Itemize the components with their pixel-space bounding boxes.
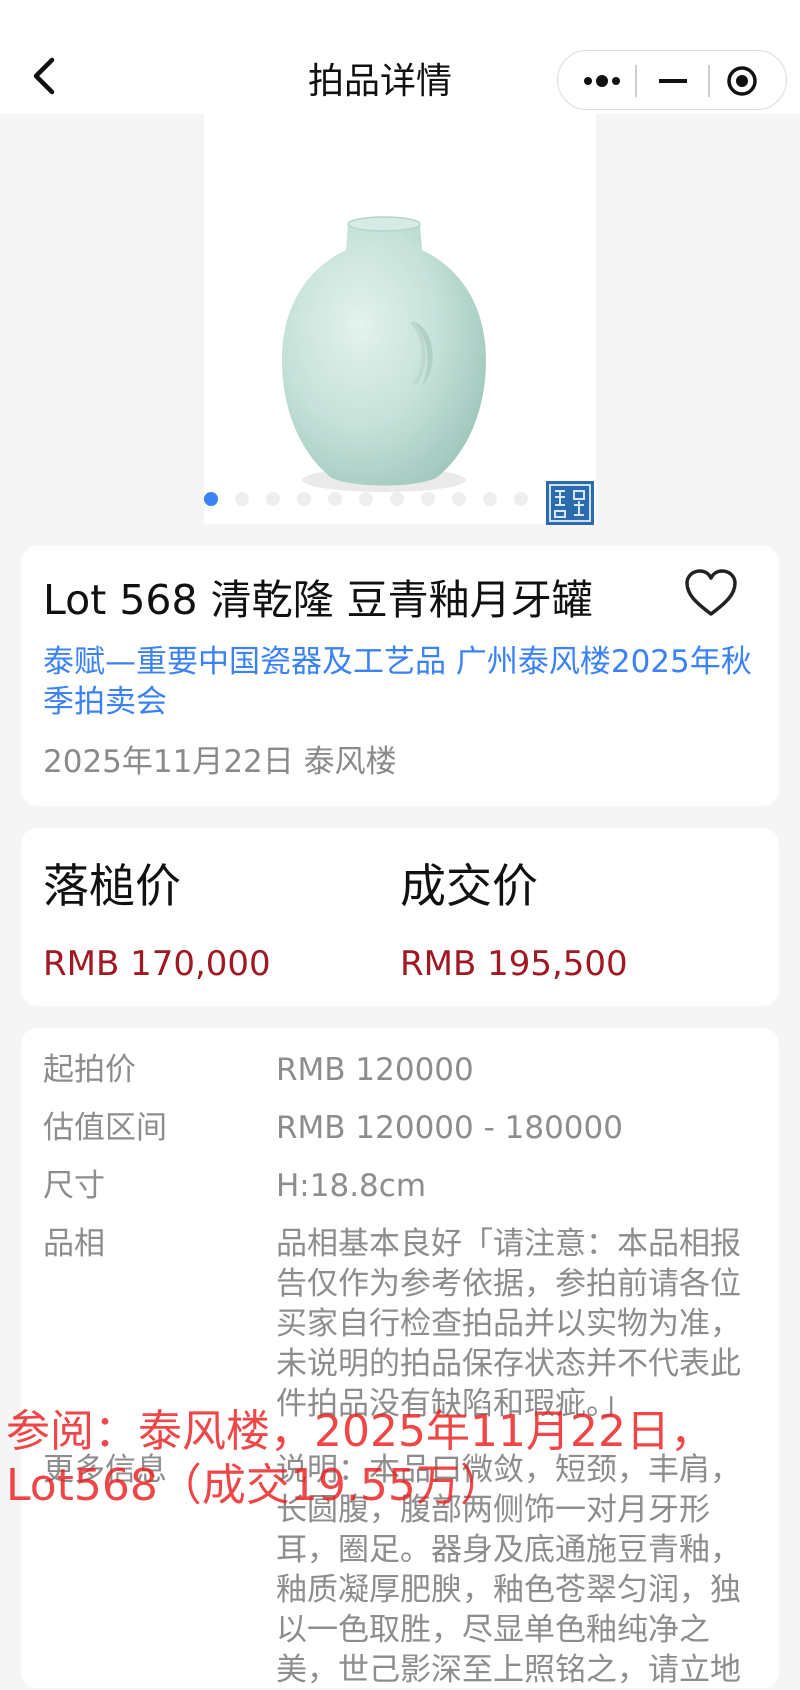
info-label: 品相 [43,1226,105,1262]
target-icon[interactable] [726,65,758,97]
info-label: 估值区间 [43,1110,167,1146]
lot-image[interactable] [264,210,504,510]
heart-outline-icon[interactable] [683,568,739,620]
carousel-dot[interactable] [359,492,373,506]
carousel-dot[interactable] [297,492,311,506]
image-carousel[interactable] [204,114,596,525]
carousel-dot[interactable] [328,492,342,506]
info-value: RMB 120000 [276,1052,474,1088]
capsule-divider [635,65,637,97]
info-value: 品相基本良好「请注意：本品相报告仅作为参考依据，参拍前请各位买家自行检查拍品并以… [276,1226,741,1422]
detail-info-card: 起拍价 RMB 120000 估值区间 RMB 120000 - 180000 … [21,1028,779,1688]
reference-caption: 参阅：泰风楼，2025年11月22日， Lot568（成交19.55万） [6,1405,786,1513]
auction-session-link[interactable]: 泰赋—重要中国瓷器及工艺品 广州泰风楼2025年秋季拍卖会 [43,642,763,722]
carousel-dot[interactable] [235,492,249,506]
lot-info-card: Lot 568 清乾隆 豆青釉月牙罐 泰赋—重要中国瓷器及工艺品 广州泰风楼20… [21,546,779,806]
carousel-dot[interactable] [266,492,280,506]
more-dots-icon[interactable] [583,73,621,89]
reference-caption-line: 参阅：泰风楼，2025年11月22日， [6,1406,714,1457]
info-value: H:18.8cm [276,1168,427,1204]
hammer-price-label: 落槌价 [43,859,181,913]
lot-title: Lot 568 清乾隆 豆青釉月牙罐 [43,576,593,624]
capsule-divider [708,65,710,97]
carousel-dot[interactable] [514,492,528,506]
info-label: 起拍价 [43,1052,136,1088]
price-card: 落槌价 RMB 170,000 成交价 RMB 195,500 [21,828,779,1006]
seal-mark-thumbnail [546,481,594,525]
carousel-dot[interactable] [483,492,497,506]
deal-price-label: 成交价 [400,859,538,913]
info-value: RMB 120000 - 180000 [276,1110,623,1146]
hammer-price-value: RMB 170,000 [43,944,271,984]
nav-bar: 拍品详情 [0,0,800,114]
mini-program-capsule [557,50,787,110]
carousel-dot[interactable] [421,492,435,506]
carousel-dot[interactable] [390,492,404,506]
reference-caption-line: Lot568（成交19.55万） [6,1460,504,1511]
carousel-dot[interactable] [204,492,218,506]
auction-date-place: 2025年11月22日 泰风楼 [43,744,397,780]
info-label: 尺寸 [43,1168,105,1204]
minimize-icon[interactable] [659,79,687,83]
carousel-dot[interactable] [452,492,466,506]
deal-price-value: RMB 195,500 [400,944,628,984]
